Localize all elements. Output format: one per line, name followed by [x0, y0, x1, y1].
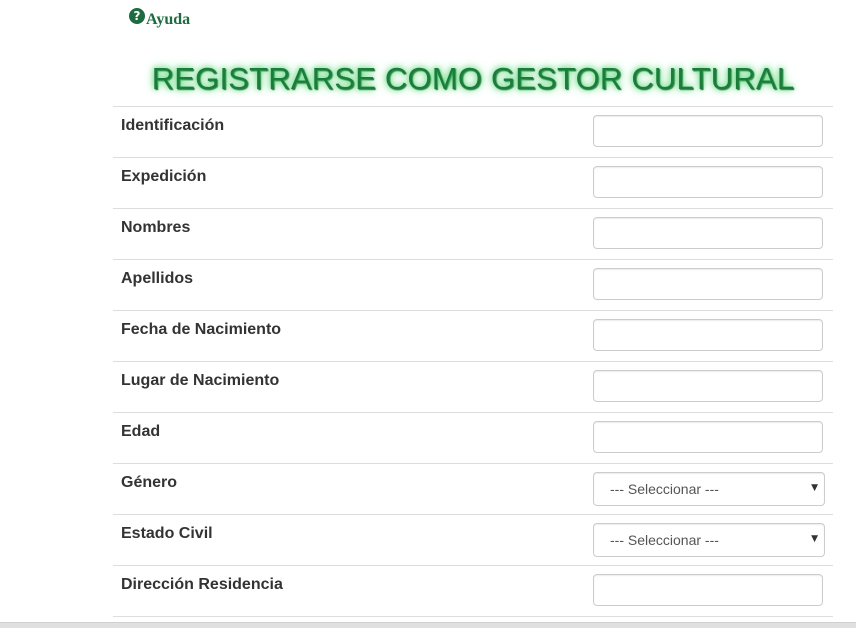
form-row-nombres: Nombres — [113, 209, 833, 260]
nombres-input[interactable] — [593, 217, 823, 249]
apellidos-input[interactable] — [593, 268, 823, 300]
estado-civil-selected-value: --- Seleccionar --- — [610, 532, 719, 548]
identificacion-label: Identificación — [121, 117, 225, 134]
edad-input[interactable] — [593, 421, 823, 453]
registration-form: Identificación Expedición Nombres Apelli… — [113, 106, 833, 617]
form-row-fecha-nacimiento: Fecha de Nacimiento — [113, 311, 833, 362]
expedicion-label: Expedición — [121, 168, 207, 185]
dropdown-arrow-icon: ▼ — [811, 483, 818, 493]
fecha-nacimiento-input[interactable] — [593, 319, 823, 351]
form-row-lugar-nacimiento: Lugar de Nacimiento — [113, 362, 833, 413]
fecha-nacimiento-label: Fecha de Nacimiento — [121, 321, 282, 338]
question-circle-icon: ? — [129, 8, 145, 24]
apellidos-label: Apellidos — [121, 270, 194, 287]
estado-civil-select[interactable]: --- Seleccionar --- ▼ — [593, 523, 825, 557]
form-row-estado-civil: Estado Civil --- Seleccionar --- ▼ — [113, 515, 833, 566]
identificacion-input[interactable] — [593, 115, 823, 147]
form-row-apellidos: Apellidos — [113, 260, 833, 311]
registration-page: ? Ayuda REGISTRARSE COMO GESTOR CULTURAL… — [0, 0, 856, 628]
nombres-label: Nombres — [121, 219, 191, 236]
dropdown-arrow-icon: ▼ — [811, 534, 818, 544]
expedicion-input[interactable] — [593, 166, 823, 198]
form-row-identificacion: Identificación — [113, 107, 833, 158]
lugar-nacimiento-label: Lugar de Nacimiento — [121, 372, 280, 389]
genero-label: Género — [121, 474, 178, 491]
help-label: Ayuda — [146, 11, 191, 28]
help-link[interactable]: ? Ayuda — [129, 8, 191, 28]
direccion-residencia-label: Dirección Residencia — [121, 576, 283, 593]
estado-civil-label: Estado Civil — [121, 525, 213, 542]
genero-select[interactable]: --- Seleccionar --- ▼ — [593, 472, 825, 506]
edad-label: Edad — [121, 423, 161, 440]
direccion-residencia-input[interactable] — [593, 574, 823, 606]
genero-selected-value: --- Seleccionar --- — [610, 481, 719, 497]
form-row-genero: Género --- Seleccionar --- ▼ — [113, 464, 833, 515]
page-title: REGISTRARSE COMO GESTOR CULTURAL — [151, 61, 795, 96]
horizontal-scrollbar[interactable] — [0, 622, 856, 628]
form-row-expedicion: Expedición — [113, 158, 833, 209]
form-row-edad: Edad — [113, 413, 833, 464]
form-row-direccion-residencia: Dirección Residencia — [113, 566, 833, 617]
lugar-nacimiento-input[interactable] — [593, 370, 823, 402]
